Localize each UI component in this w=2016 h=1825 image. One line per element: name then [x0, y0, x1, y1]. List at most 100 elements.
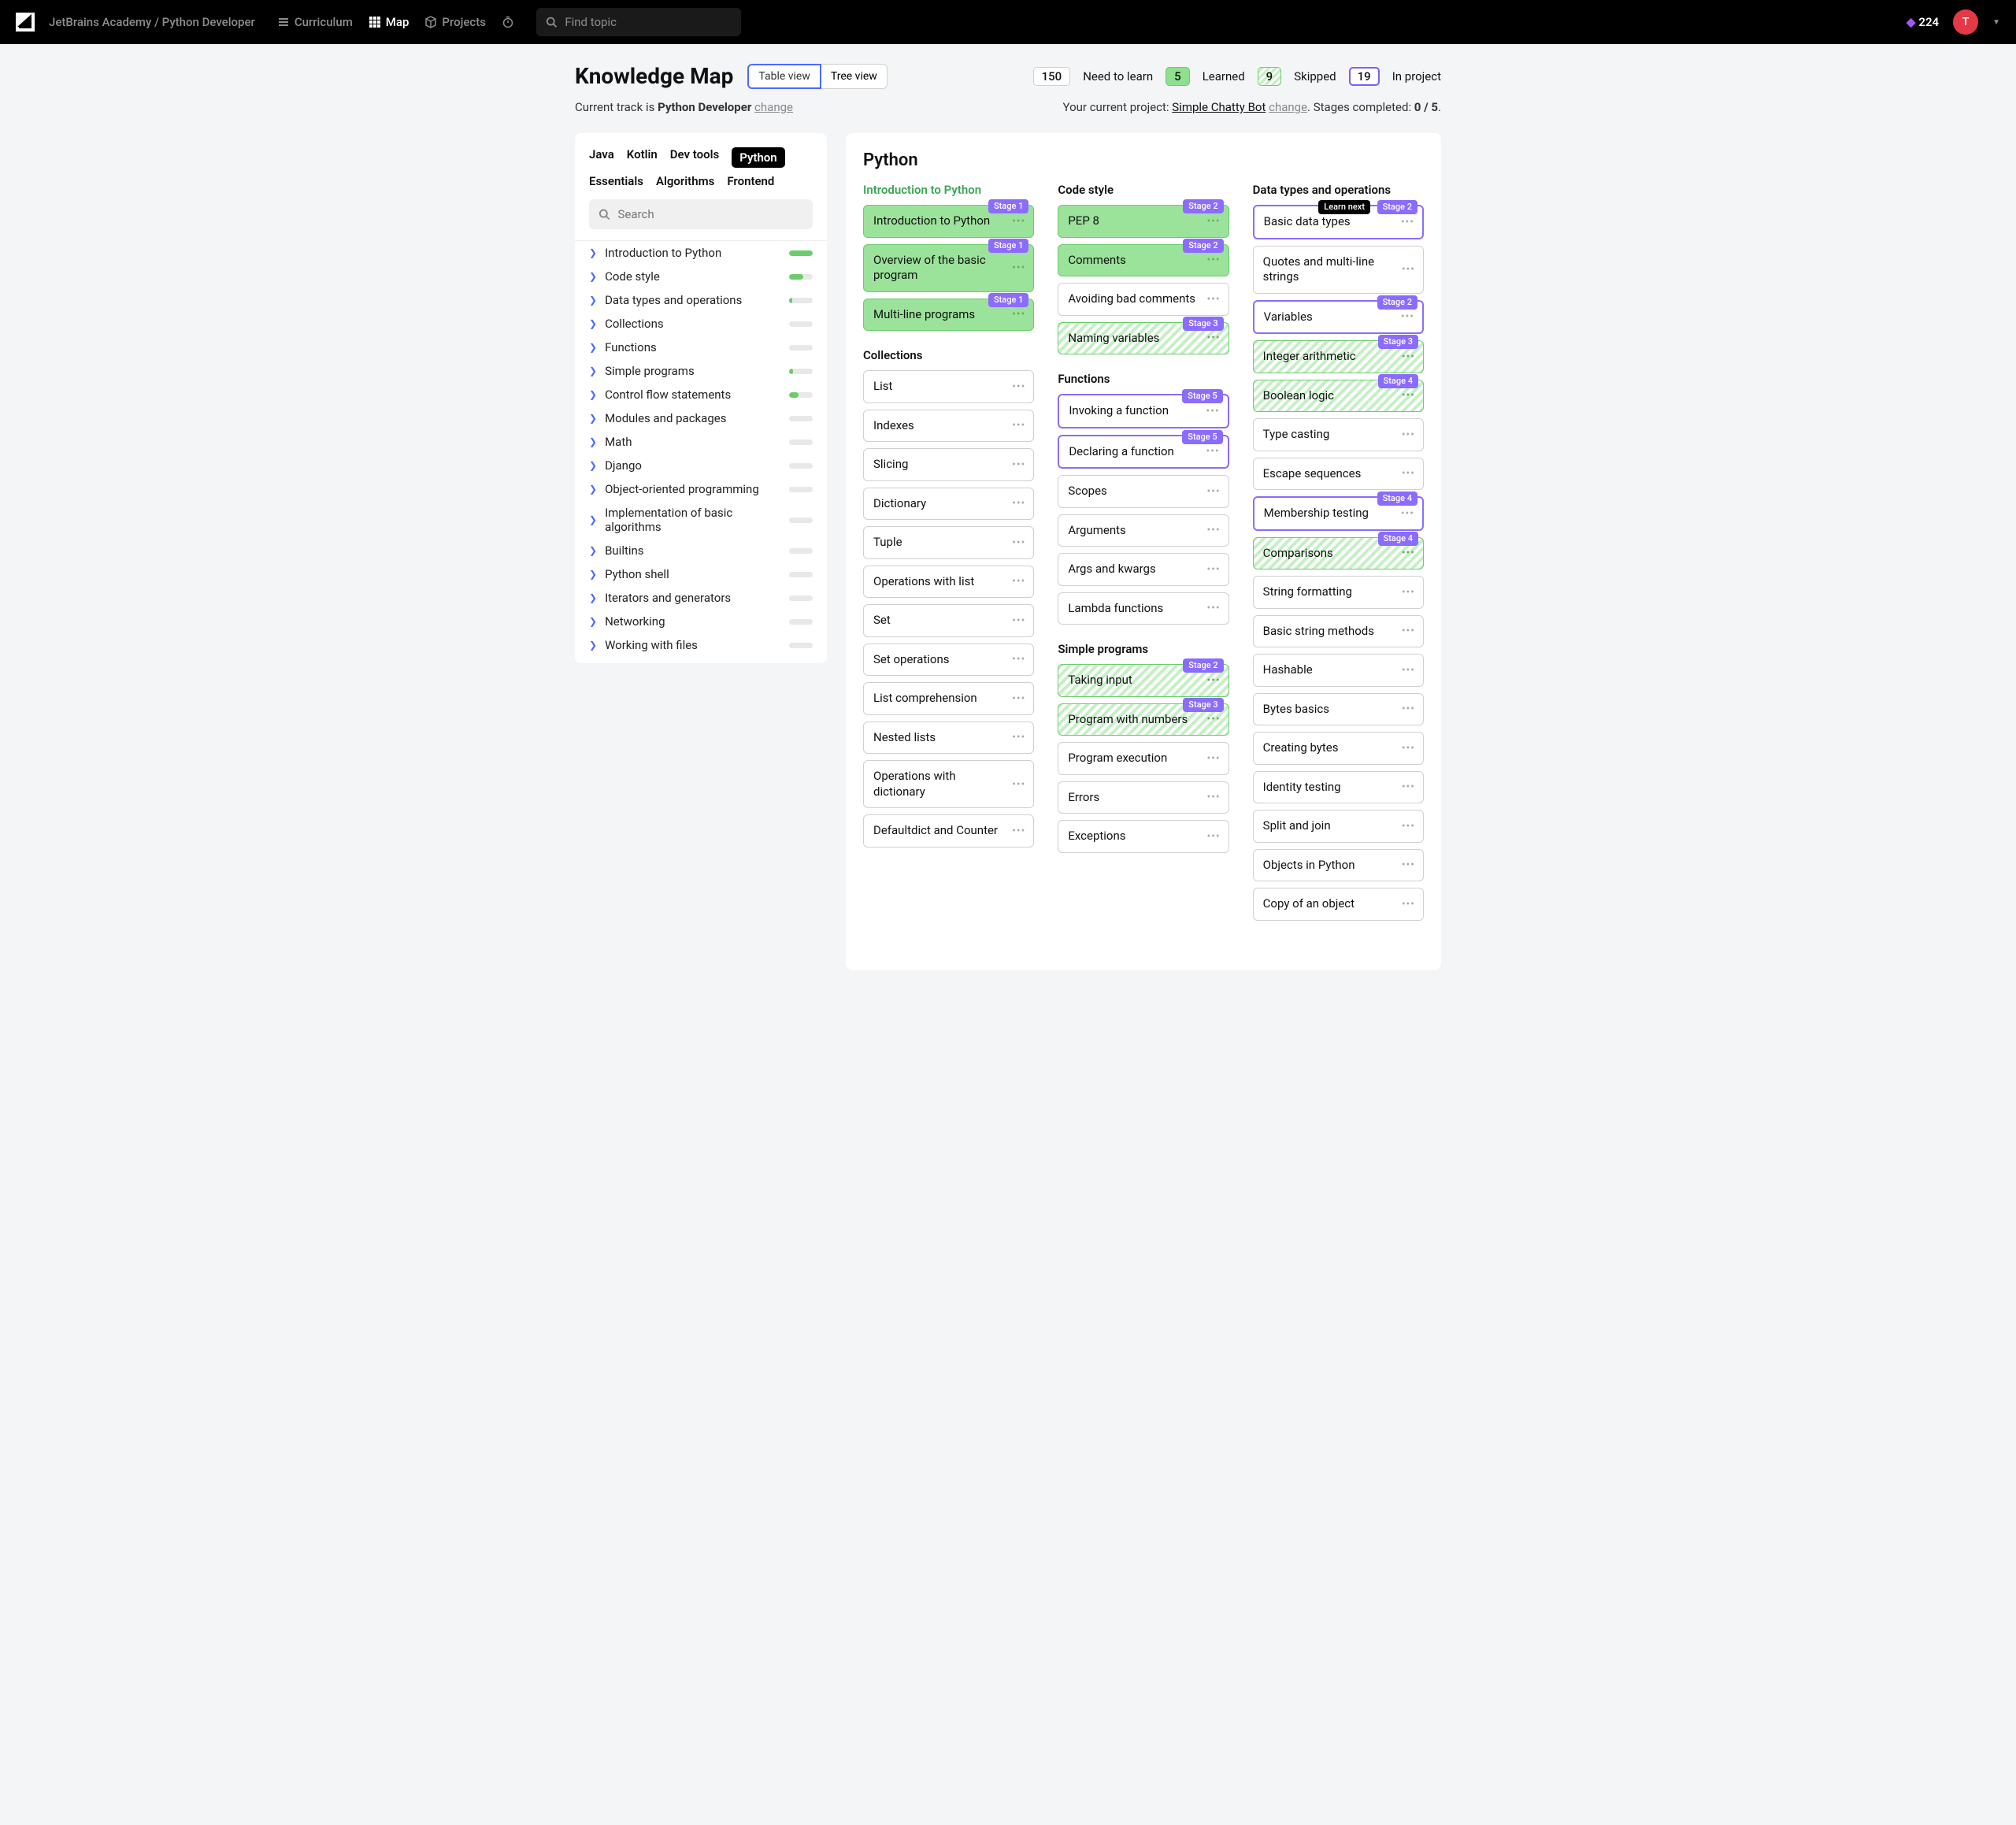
change-project-link[interactable]: change: [1269, 100, 1307, 114]
more-icon[interactable]: •••: [1012, 307, 1025, 321]
sidebar-item[interactable]: ❯Networking: [575, 610, 827, 633]
topic-node[interactable]: Stage 1Introduction to Python•••: [863, 205, 1034, 238]
avatar[interactable]: T: [1953, 9, 1978, 35]
topic-node[interactable]: Stage 2Variables•••: [1253, 300, 1424, 335]
topic-node[interactable]: Operations with list•••: [863, 566, 1034, 599]
topic-node[interactable]: Stage 3Integer arithmetic•••: [1253, 340, 1424, 373]
topic-node[interactable]: Stage 1Multi-line programs•••: [863, 299, 1034, 332]
more-icon[interactable]: •••: [1012, 574, 1025, 588]
more-icon[interactable]: •••: [1402, 702, 1415, 716]
more-icon[interactable]: •••: [1012, 536, 1025, 550]
topic-node[interactable]: Stage 1Overview of the basic program•••: [863, 244, 1034, 292]
table-view-button[interactable]: Table view: [747, 64, 821, 89]
more-icon[interactable]: •••: [1012, 214, 1025, 228]
topic-node[interactable]: Defaultdict and Counter•••: [863, 814, 1034, 848]
more-icon[interactable]: •••: [1012, 380, 1025, 394]
topic-node[interactable]: Scopes•••: [1058, 475, 1228, 508]
topic-node[interactable]: Stage 4Comparisons•••: [1253, 537, 1424, 570]
sidebar-search[interactable]: [589, 199, 813, 229]
topic-node[interactable]: Bytes basics•••: [1253, 693, 1424, 726]
topic-node[interactable]: Escape sequences•••: [1253, 458, 1424, 491]
tree-view-button[interactable]: Tree view: [821, 64, 888, 89]
change-track-link[interactable]: change: [754, 100, 793, 114]
nav-projects[interactable]: Projects: [424, 15, 486, 29]
sidebar-item[interactable]: ❯Python shell: [575, 562, 827, 586]
more-icon[interactable]: •••: [1402, 741, 1415, 755]
topic-node[interactable]: Dictionary•••: [863, 488, 1034, 521]
topic-node[interactable]: Stage 2Comments•••: [1058, 244, 1228, 277]
more-icon[interactable]: •••: [1206, 404, 1219, 418]
more-icon[interactable]: •••: [1401, 506, 1414, 521]
topic-node[interactable]: Set•••: [863, 604, 1034, 637]
more-icon[interactable]: •••: [1206, 601, 1220, 615]
more-icon[interactable]: •••: [1402, 585, 1415, 599]
sidebar-item[interactable]: ❯Django: [575, 454, 827, 477]
topic-node[interactable]: Tuple•••: [863, 526, 1034, 559]
more-icon[interactable]: •••: [1206, 712, 1220, 726]
more-icon[interactable]: •••: [1012, 614, 1025, 628]
topic-node[interactable]: Stage 5Declaring a function•••: [1058, 435, 1228, 469]
sidebar-item[interactable]: ❯Control flow statements: [575, 383, 827, 406]
more-icon[interactable]: •••: [1402, 897, 1415, 911]
more-icon[interactable]: •••: [1012, 730, 1025, 744]
topic-node[interactable]: Stage 3Naming variables•••: [1058, 322, 1228, 355]
topic-node[interactable]: Creating bytes•••: [1253, 732, 1424, 765]
more-icon[interactable]: •••: [1401, 215, 1414, 229]
nav-curriculum[interactable]: Curriculum: [277, 15, 353, 29]
sidebar-item[interactable]: ❯Simple programs: [575, 359, 827, 383]
topic-node[interactable]: Indexes•••: [863, 410, 1034, 443]
more-icon[interactable]: •••: [1402, 780, 1415, 794]
more-icon[interactable]: •••: [1402, 350, 1415, 364]
topic-node[interactable]: Hashable•••: [1253, 654, 1424, 687]
more-icon[interactable]: •••: [1206, 292, 1220, 306]
more-icon[interactable]: •••: [1402, 624, 1415, 638]
tab-algorithms[interactable]: Algorithms: [656, 174, 714, 188]
more-icon[interactable]: •••: [1206, 253, 1220, 267]
topic-node[interactable]: Split and join•••: [1253, 810, 1424, 843]
more-icon[interactable]: •••: [1206, 673, 1220, 688]
more-icon[interactable]: •••: [1206, 751, 1220, 766]
sidebar-item[interactable]: ❯Data types and operations: [575, 288, 827, 312]
topic-node[interactable]: Lambda functions•••: [1058, 592, 1228, 625]
more-icon[interactable]: •••: [1206, 214, 1220, 228]
tab-kotlin[interactable]: Kotlin: [627, 147, 658, 168]
more-icon[interactable]: •••: [1012, 458, 1025, 472]
topic-node[interactable]: Program execution•••: [1058, 742, 1228, 775]
topic-node[interactable]: Copy of an object•••: [1253, 888, 1424, 921]
more-icon[interactable]: •••: [1206, 331, 1220, 345]
topic-node[interactable]: Args and kwargs•••: [1058, 553, 1228, 586]
more-icon[interactable]: •••: [1402, 388, 1415, 402]
topic-node[interactable]: List•••: [863, 370, 1034, 403]
more-icon[interactable]: •••: [1206, 790, 1220, 804]
more-icon[interactable]: •••: [1402, 262, 1415, 276]
topic-node[interactable]: Operations with dictionary•••: [863, 760, 1034, 808]
more-icon[interactable]: •••: [1401, 310, 1414, 324]
sidebar-item[interactable]: ❯Collections: [575, 312, 827, 336]
topic-node[interactable]: Quotes and multi-line strings•••: [1253, 246, 1424, 294]
topic-node[interactable]: Stage 2Taking input•••: [1058, 664, 1228, 697]
more-icon[interactable]: •••: [1012, 824, 1025, 838]
sidebar-item[interactable]: ❯Code style: [575, 265, 827, 288]
project-link[interactable]: Simple Chatty Bot: [1172, 100, 1266, 114]
sidebar-item[interactable]: ❯Introduction to Python: [575, 241, 827, 265]
more-icon[interactable]: •••: [1206, 484, 1220, 499]
more-icon[interactable]: •••: [1206, 523, 1220, 537]
sidebar-item[interactable]: ❯Builtins: [575, 539, 827, 562]
profile-dropdown-icon[interactable]: ▼: [1992, 18, 2000, 27]
topic-node[interactable]: Exceptions•••: [1058, 820, 1228, 853]
topic-node[interactable]: Learn nextStage 2Basic data types•••: [1253, 205, 1424, 239]
topic-node[interactable]: Identity testing•••: [1253, 771, 1424, 804]
nav-map[interactable]: Map: [369, 15, 410, 29]
more-icon[interactable]: •••: [1012, 496, 1025, 510]
more-icon[interactable]: •••: [1012, 261, 1025, 275]
tab-dev-tools[interactable]: Dev tools: [670, 147, 719, 168]
more-icon[interactable]: •••: [1012, 418, 1025, 432]
more-icon[interactable]: •••: [1402, 466, 1415, 480]
more-icon[interactable]: •••: [1402, 428, 1415, 442]
top-search[interactable]: [536, 8, 741, 36]
breadcrumb[interactable]: JetBrains Academy / Python Developer: [49, 15, 255, 29]
more-icon[interactable]: •••: [1206, 562, 1220, 577]
more-icon[interactable]: •••: [1012, 777, 1025, 791]
topic-node[interactable]: Stage 4Boolean logic•••: [1253, 380, 1424, 413]
more-icon[interactable]: •••: [1402, 546, 1415, 560]
